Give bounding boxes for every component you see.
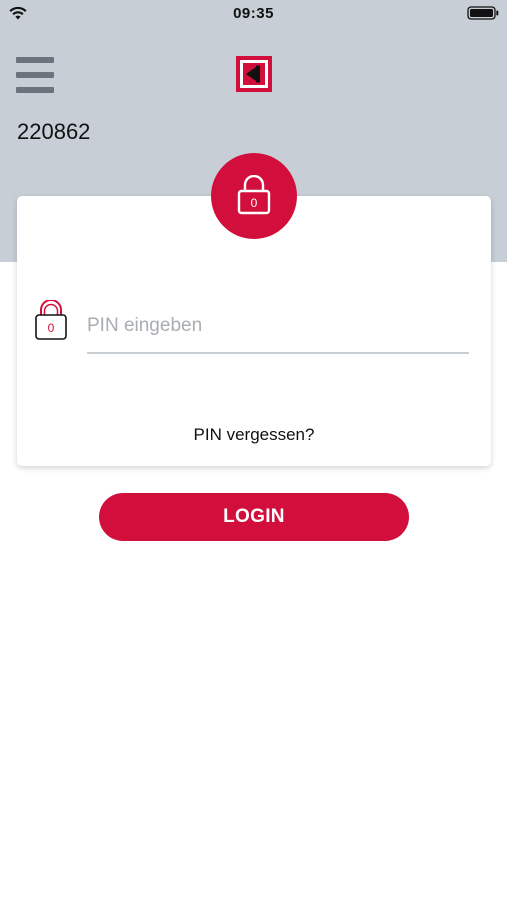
status-time: 09:35 [233,5,274,22]
hamburger-menu-icon[interactable] [16,57,54,97]
bank-logo-icon [236,56,272,92]
login-button[interactable]: LOGIN [99,493,409,541]
lock-badge: 0 [211,153,297,239]
badge-lock-digit: 0 [251,196,258,210]
account-number: 220862 [17,119,91,144]
lock-outline-icon: 0 [35,300,67,340]
lock-icon: 0 [237,175,271,215]
battery-icon [467,6,499,20]
forgot-pin-link[interactable]: PIN vergessen? [17,425,491,445]
status-bar: 09:35 [0,0,507,30]
pin-input[interactable] [87,306,469,354]
field-lock-digit: 0 [48,321,55,335]
